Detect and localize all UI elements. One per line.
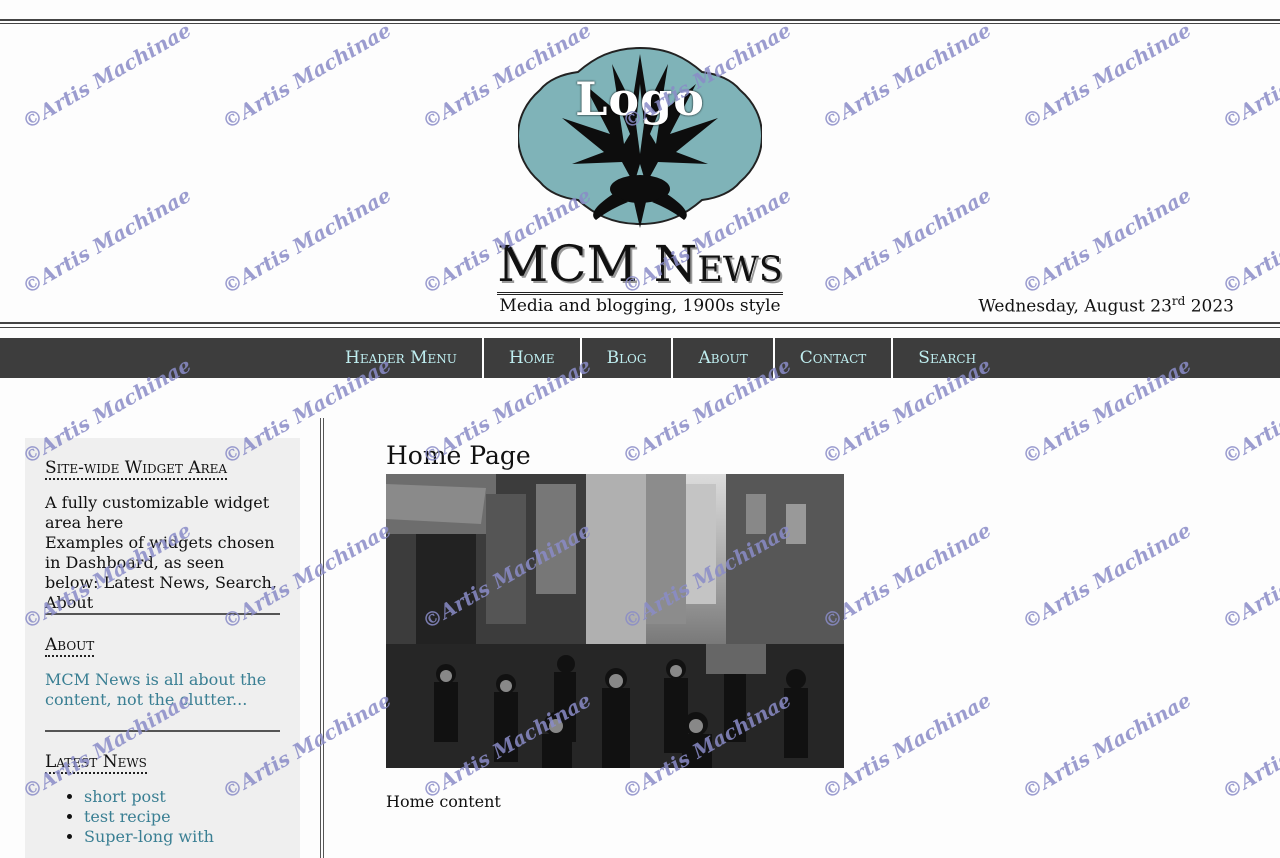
- list-item: short post: [84, 787, 214, 807]
- page-title: Home Page: [386, 441, 531, 470]
- date-suffix: rd: [1171, 294, 1186, 308]
- nav-search[interactable]: Search: [891, 338, 1001, 378]
- main-nav: Header Menu Home Blog About Contact Sear…: [0, 338, 1280, 378]
- header-top-rule: [0, 19, 1280, 24]
- about-link[interactable]: MCM News is all about the content, not t…: [45, 670, 280, 710]
- nav-contact[interactable]: Contact: [772, 338, 892, 378]
- widget-text-1: A fully customizable widget area here: [45, 493, 270, 532]
- list-item: Super-long with: [84, 827, 214, 847]
- logo-text: Logo: [575, 72, 705, 126]
- watermark-text: ©Artis Machinae: [1218, 18, 1280, 134]
- nav-home[interactable]: Home: [481, 338, 580, 378]
- nav-items: Header Menu Home Blog About Contact Sear…: [320, 338, 1001, 378]
- widget-title-sitewide: Site-wide Widget Area: [45, 458, 228, 480]
- news-link-test-recipe[interactable]: test recipe: [84, 807, 171, 826]
- watermark-text: ©Artis Machinae: [1018, 17, 1196, 134]
- date-year: 2023: [1185, 296, 1234, 317]
- latest-news-list: short post test recipe Super-long with: [62, 787, 214, 847]
- watermark-text: ©Artis Machinae: [218, 17, 396, 134]
- widget-divider-1: [45, 613, 280, 615]
- list-item: test recipe: [84, 807, 214, 827]
- street-market-photo: [386, 474, 844, 768]
- watermark-text: ©Artis Machinae: [818, 687, 996, 804]
- site-title-wrap: MCM News: [0, 236, 1280, 295]
- column-divider: [320, 418, 324, 858]
- home-content: Home content: [386, 792, 501, 811]
- date-text: Wednesday, August 23: [978, 296, 1172, 317]
- watermark-text: ©Artis Machinae: [1018, 517, 1196, 634]
- widget-divider-2: [45, 730, 280, 732]
- widget-title-about: About: [45, 635, 95, 657]
- watermark-text: ©Artis Machinae: [1218, 518, 1280, 634]
- header-bottom-rule: [0, 322, 1280, 328]
- nav-blog[interactable]: Blog: [579, 338, 672, 378]
- widget-text-2: Examples of widgets chosen in Dashboard,…: [45, 533, 277, 612]
- watermark-text: ©Artis Machinae: [1018, 687, 1196, 804]
- nav-header-menu[interactable]: Header Menu: [320, 338, 482, 378]
- watermark-text: ©Artis Machinae: [818, 17, 996, 134]
- watermark-text: ©Artis Machinae: [18, 17, 196, 134]
- watermark-text: ©Artis Machinae: [818, 517, 996, 634]
- widget-title-latest-news: Latest News: [45, 752, 147, 774]
- nav-about[interactable]: About: [671, 338, 772, 378]
- watermark-text: ©Artis Machinae: [1218, 688, 1280, 804]
- news-link-super-long[interactable]: Super-long with: [84, 827, 214, 846]
- news-link-short-post[interactable]: short post: [84, 787, 166, 806]
- site-title[interactable]: MCM News: [497, 236, 783, 295]
- current-date: Wednesday, August 23rd 2023: [978, 294, 1234, 317]
